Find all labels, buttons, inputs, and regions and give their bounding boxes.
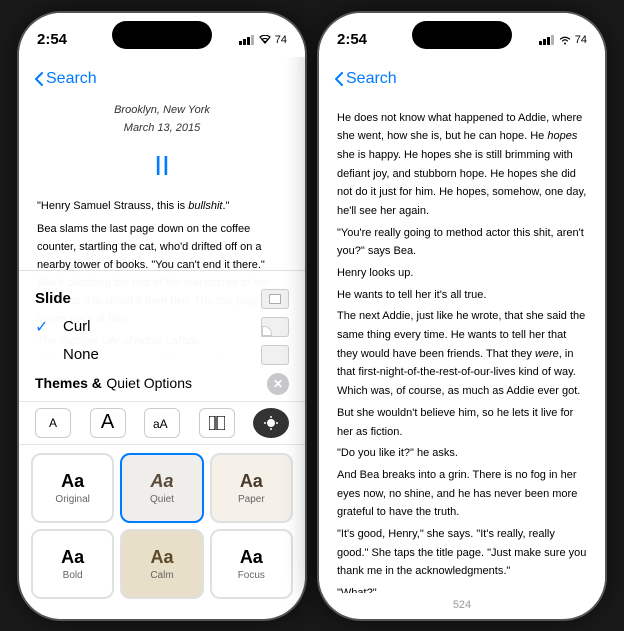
back-button-left[interactable]: Search [35,70,97,88]
signal-icon-left [239,35,255,45]
theme-bold-preview: Aa [61,547,84,568]
theme-focus-preview: Aa [240,547,263,568]
back-button-right[interactable]: Search [335,70,397,88]
battery-right: 74 [575,34,587,46]
slide-header: Slide [19,281,305,313]
book-content-right: He does not know what happened to Addie,… [319,101,605,593]
curl-option[interactable]: ✓ Curl [19,313,305,341]
slide-icon [261,289,289,309]
time-right: 2:54 [337,31,367,48]
theme-calm-preview: Aa [150,547,173,568]
wifi-icon-left [259,35,271,45]
wifi-icon-right [559,35,571,45]
theme-original-preview: Aa [61,471,84,492]
curl-label: Curl [63,318,91,335]
theme-grid: Aa Original Aa Quiet Aa Paper Aa Bold [19,453,305,599]
curl-icon [261,317,289,337]
none-icon [261,345,289,365]
svg-text:aA: aA [153,417,168,430]
dynamic-island-left [112,21,212,49]
book-chapter: II [37,142,287,190]
curl-checkmark: ✓ [35,317,55,337]
theme-quiet-card[interactable]: Aa Quiet [120,453,203,523]
theme-bold-label: Bold [63,570,83,581]
back-label-left: Search [46,70,97,88]
theme-focus-label: Focus [238,570,265,581]
theme-quiet-label: Quiet [150,494,174,505]
theme-focus-card[interactable]: Aa Focus [210,529,293,599]
right-phone: 2:54 74 [317,11,607,621]
close-button[interactable]: ✕ [267,373,289,395]
status-icons-left: 74 [239,34,287,46]
phones-container: 2:54 74 [17,11,607,621]
font-increase-button[interactable]: A [90,408,126,438]
brightness-button[interactable] [253,408,289,438]
theme-original-card[interactable]: Aa Original [31,453,114,523]
status-icons-right: 74 [539,34,587,46]
time-left: 2:54 [37,31,67,48]
signal-icon-right [539,35,555,45]
none-label: None [63,346,99,363]
font-family-button[interactable]: aA [144,408,180,438]
dynamic-island-right [412,21,512,49]
font-decrease-button[interactable]: A [35,408,71,438]
back-chevron-right [335,72,343,86]
layout-button[interactable] [199,408,235,438]
theme-original-label: Original [55,494,89,505]
layout-icon [209,416,225,430]
theme-paper-preview: Aa [240,471,263,492]
theme-calm-label: Calm [150,570,173,581]
book-header: Brooklyn, New York March 13, 2015 II [37,101,287,190]
themes-title: Themes & [35,375,102,391]
themes-header: Themes & Quiet Options ✕ [19,373,305,401]
theme-calm-card[interactable]: Aa Calm [120,529,203,599]
font-family-icon: aA [153,416,171,430]
page-number: 524 [319,593,605,619]
font-controls: A A aA [19,401,305,445]
book-location: Brooklyn, New York March 13, 2015 [37,101,287,138]
theme-bold-card[interactable]: Aa Bold [31,529,114,599]
nav-bar-right: Search [319,57,605,101]
back-chevron-left [35,72,43,86]
left-phone: 2:54 74 [17,11,307,621]
theme-paper-card[interactable]: Aa Paper [210,453,293,523]
nav-bar-left: Search [19,57,305,101]
theme-paper-label: Paper [238,494,265,505]
none-option[interactable]: ✓ None [19,341,305,373]
theme-quiet-preview: Aa [150,471,173,492]
back-label-right: Search [346,70,397,88]
battery-left: 74 [275,34,287,46]
bottom-overlay-left: Slide ✓ Curl [19,270,305,619]
brightness-icon [264,416,278,430]
themes-subtitle: Quiet Options [106,375,192,391]
